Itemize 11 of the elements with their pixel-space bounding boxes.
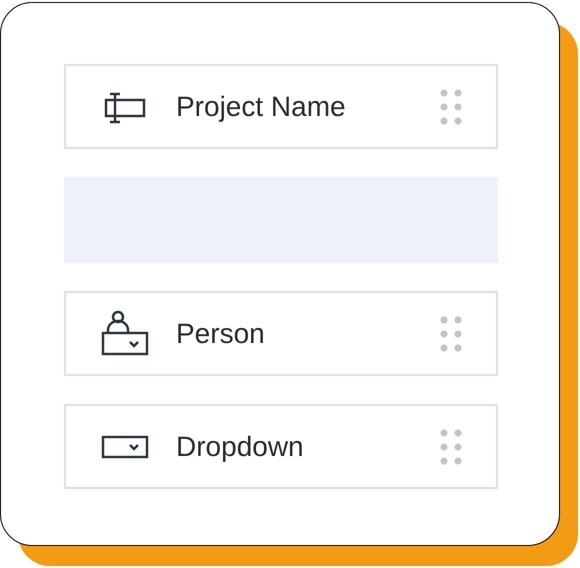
field-label: Project Name xyxy=(176,90,347,122)
field-label: Person xyxy=(176,318,266,350)
field-item[interactable]: Dropdown xyxy=(64,404,498,489)
field-item[interactable]: Person xyxy=(64,291,498,376)
drag-handle-icon[interactable] xyxy=(440,316,462,352)
dropdown-icon xyxy=(100,434,150,460)
person-dropdown-icon xyxy=(100,310,150,358)
drag-handle-icon[interactable] xyxy=(440,428,462,464)
drag-handle-icon[interactable] xyxy=(440,88,462,124)
field-label: Dropdown xyxy=(176,430,305,462)
field-item[interactable]: Project Name xyxy=(64,64,498,149)
